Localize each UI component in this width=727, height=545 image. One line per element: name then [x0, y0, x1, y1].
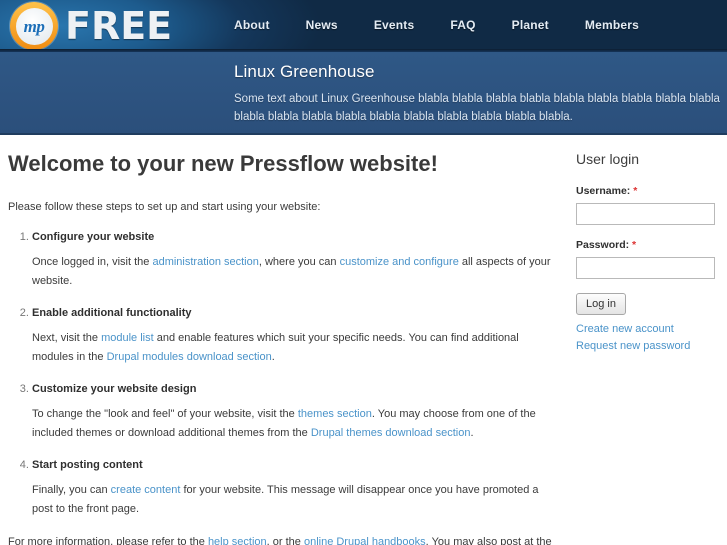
- setup-steps-list: Configure your website Once logged in, v…: [8, 229, 552, 519]
- nav-item-members[interactable]: Members: [567, 18, 657, 32]
- step-text: , where you can: [258, 256, 340, 268]
- logo-wordmark: FREE: [65, 4, 173, 48]
- nav-item-planet[interactable]: Planet: [494, 18, 567, 32]
- content-columns: Welcome to your new Pressflow website! P…: [0, 135, 727, 545]
- page-title: Welcome to your new Pressflow website!: [8, 151, 438, 176]
- support-info-text: For more information, please refer to th…: [8, 533, 552, 545]
- required-marker: *: [632, 239, 637, 251]
- sidebar-links: Create new account Request new password: [576, 321, 721, 355]
- support-text: , or the: [266, 536, 304, 545]
- step-body: To change the "look and feel" of your we…: [32, 405, 552, 443]
- user-login-title: User login: [576, 151, 640, 167]
- nav-item-faq[interactable]: FAQ: [432, 18, 493, 32]
- sidebar: User login Username: * Password: * Log i…: [562, 135, 727, 355]
- list-item: Enable additional functionality Next, vi…: [32, 305, 552, 367]
- link-help-section[interactable]: help section: [208, 536, 267, 545]
- step-title: Configure your website: [32, 231, 155, 243]
- step-text: Once logged in, visit the: [32, 256, 153, 268]
- step-text: To change the "look and feel" of your we…: [32, 408, 298, 420]
- step-title: Enable additional functionality: [32, 307, 192, 319]
- list-item: Customize your website design To change …: [32, 381, 552, 443]
- nav-item-about[interactable]: About: [216, 18, 288, 32]
- log-in-button[interactable]: Log in: [576, 293, 626, 315]
- password-input[interactable]: [576, 257, 715, 279]
- main-content: Welcome to your new Pressflow website! P…: [0, 135, 562, 545]
- username-input[interactable]: [576, 203, 715, 225]
- link-online-drupal-handbooks[interactable]: online Drupal handbooks: [304, 536, 426, 545]
- support-text: . You may also post at the: [425, 536, 552, 545]
- link-module-list[interactable]: module list: [101, 332, 154, 344]
- site-header: mp FREE About News Events FAQ Planet Mem…: [0, 0, 727, 52]
- banner-title: Linux Greenhouse: [234, 62, 375, 81]
- link-request-new-password[interactable]: Request new password: [576, 338, 721, 355]
- step-text: Finally, you can: [32, 484, 111, 496]
- support-text: For more information, please refer to th…: [8, 536, 208, 545]
- password-label-text: Password:: [576, 239, 630, 251]
- step-text: .: [470, 427, 474, 439]
- banner-description: Some text about Linux Greenhouse blabla …: [234, 93, 720, 123]
- step-title: Start posting content: [32, 459, 143, 471]
- main-navigation: About News Events FAQ Planet Members: [216, 18, 657, 32]
- link-create-content[interactable]: create content: [111, 484, 181, 496]
- step-body: Finally, you can create content for your…: [32, 481, 552, 519]
- step-text: .: [271, 351, 275, 363]
- nav-item-news[interactable]: News: [288, 18, 356, 32]
- page-root: mp FREE About News Events FAQ Planet Mem…: [0, 0, 727, 545]
- logo-mp-text: mp: [23, 16, 45, 36]
- link-customize-and-configure[interactable]: customize and configure: [340, 256, 459, 268]
- required-marker: *: [633, 185, 638, 197]
- step-body: Next, visit the module list and enable f…: [32, 329, 552, 367]
- username-label-text: Username:: [576, 185, 631, 197]
- link-drupal-modules-download-section[interactable]: Drupal modules download section: [107, 351, 272, 363]
- list-item: Start posting content Finally, you can c…: [32, 457, 552, 519]
- site-banner: Linux Greenhouse Some text about Linux G…: [0, 52, 727, 135]
- site-logo[interactable]: mp FREE: [10, 2, 172, 50]
- intro-text: Please follow these steps to set up and …: [8, 201, 321, 213]
- logo-badge-icon: mp: [10, 2, 58, 50]
- link-administration-section[interactable]: administration section: [152, 256, 258, 268]
- link-themes-section[interactable]: themes section: [298, 408, 372, 420]
- link-drupal-themes-download-section[interactable]: Drupal themes download section: [311, 427, 471, 439]
- password-label: Password: *: [576, 239, 721, 251]
- username-label: Username: *: [576, 185, 721, 197]
- nav-item-events[interactable]: Events: [356, 18, 433, 32]
- link-create-new-account[interactable]: Create new account: [576, 321, 721, 338]
- step-title: Customize your website design: [32, 383, 197, 395]
- step-body: Once logged in, visit the administration…: [32, 253, 552, 291]
- list-item: Configure your website Once logged in, v…: [32, 229, 552, 291]
- logo-inner-circle: mp: [15, 7, 53, 45]
- step-text: Next, visit the: [32, 332, 102, 344]
